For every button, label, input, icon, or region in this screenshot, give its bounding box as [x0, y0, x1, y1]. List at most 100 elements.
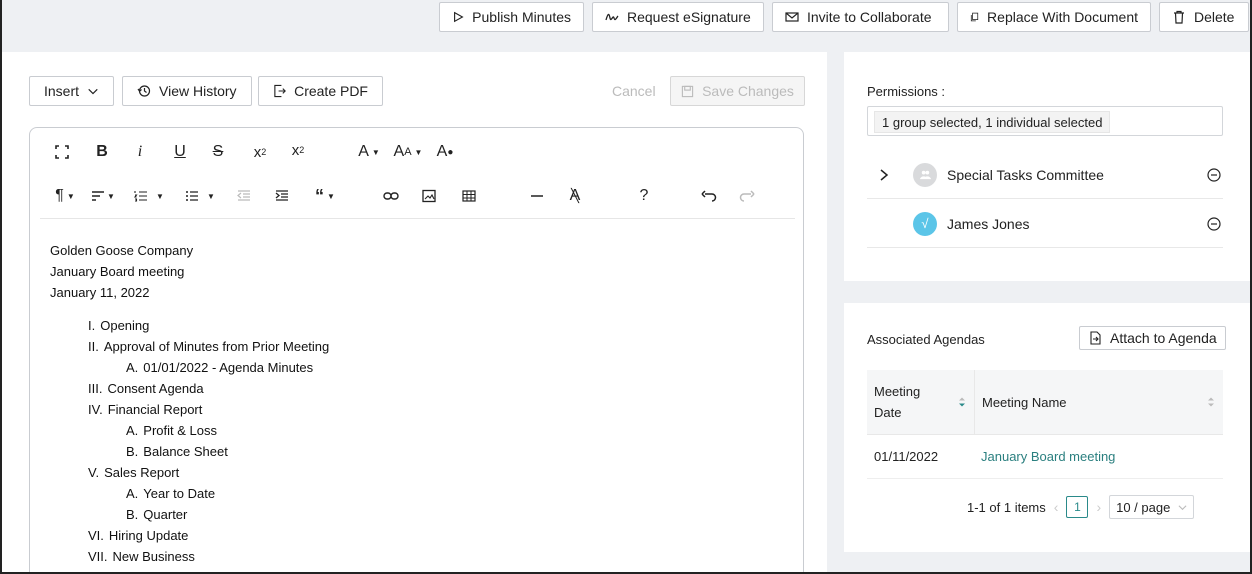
- pager-count: 1-1 of 1 items: [967, 499, 1046, 515]
- toolbar-separator: [40, 218, 795, 219]
- outline-item-number: VI.: [88, 528, 104, 543]
- publish-minutes-button[interactable]: Publish Minutes: [439, 2, 584, 32]
- permissions-panel: Permissions : 1 group selected, 1 indivi…: [844, 52, 1252, 281]
- create-pdf-button[interactable]: Create PDF: [258, 76, 383, 106]
- cell-meeting-date: 01/11/2022: [874, 449, 939, 464]
- invite-collaborate-button[interactable]: Invite to Collaborate: [772, 2, 949, 32]
- bold-icon[interactable]: B: [92, 142, 112, 162]
- next-page-icon[interactable]: ›: [1096, 499, 1101, 515]
- paragraph-icon[interactable]: ¶ ▼: [50, 186, 80, 206]
- rich-text-editor[interactable]: B i U S x2 x2 A▼ AA▼ A● ¶▼ ▼ ▼ ▼ “▼: [29, 127, 804, 574]
- clear-format-icon[interactable]: A ●: [434, 142, 456, 162]
- clear-formatting-icon[interactable]: A ╲: [564, 186, 586, 206]
- chevron-right-icon[interactable]: [867, 168, 891, 182]
- hr-icon[interactable]: [526, 186, 548, 206]
- outline-item-text: Quarter: [143, 507, 188, 522]
- outline-item-number: VII.: [88, 549, 108, 564]
- outline-item: V. Sales Report: [50, 462, 329, 483]
- unordered-list-icon[interactable]: ▼: [180, 186, 220, 206]
- delete-label: Delete: [1194, 9, 1235, 25]
- attach-file-icon: [1090, 331, 1101, 345]
- image-icon[interactable]: [418, 186, 440, 206]
- insert-dropdown[interactable]: Insert: [29, 76, 114, 106]
- quote-icon[interactable]: “▼: [310, 186, 340, 206]
- outline-item: A. 01/01/2022 - Agenda Minutes: [50, 357, 329, 378]
- strikethrough-icon[interactable]: S: [208, 142, 228, 162]
- agendas-title: Associated Agendas: [867, 332, 985, 347]
- italic-icon[interactable]: i: [130, 142, 150, 162]
- outline-item-number: V.: [88, 465, 100, 480]
- outline-item-number: A.: [126, 360, 139, 375]
- document-body[interactable]: Golden Goose Company January Board meeti…: [50, 240, 329, 567]
- align-icon[interactable]: ▼: [87, 186, 119, 206]
- permissions-label: Permissions :: [867, 84, 946, 99]
- table-header: Meeting Date Meeting Name: [867, 370, 1223, 435]
- invite-collaborate-label: Invite to Collaborate: [807, 9, 932, 25]
- link-icon[interactable]: [380, 186, 402, 206]
- permissions-select[interactable]: 1 group selected, 1 individual selected: [867, 106, 1223, 136]
- remove-circle-icon[interactable]: [1207, 167, 1221, 182]
- fullscreen-icon[interactable]: [52, 142, 72, 162]
- outline-item: VII. New Business: [50, 546, 329, 567]
- doc-date: January 11, 2022: [50, 285, 150, 300]
- indent-icon[interactable]: [272, 186, 292, 206]
- outline-item-number: I.: [88, 318, 96, 333]
- outline-item-number: II.: [88, 339, 99, 354]
- play-icon: [454, 11, 464, 23]
- outline-item-text: Consent Agenda: [107, 381, 204, 396]
- save-changes-label: Save Changes: [702, 83, 794, 99]
- chevron-down-icon: [1178, 504, 1187, 510]
- save-changes-button[interactable]: Save Changes: [670, 76, 805, 106]
- meeting-name-link[interactable]: January Board meeting: [974, 449, 1223, 464]
- column-meeting-name[interactable]: Meeting Name: [974, 370, 1223, 434]
- ordered-list-icon[interactable]: ▼: [129, 186, 169, 206]
- permission-individual-name: James Jones: [947, 215, 1030, 232]
- outline-item: I. Opening: [50, 315, 329, 336]
- permission-row-individual[interactable]: √ James Jones: [867, 200, 1223, 248]
- outline-item-text: Approval of Minutes from Prior Meeting: [103, 339, 330, 354]
- sort-icon[interactable]: [1207, 396, 1215, 408]
- replace-document-label: Replace With Document: [987, 9, 1138, 25]
- font-color-icon[interactable]: A ▼: [354, 142, 384, 162]
- cancel-button[interactable]: Cancel: [612, 76, 656, 106]
- table-row[interactable]: 01/11/2022 January Board meeting: [867, 435, 1223, 479]
- undo-icon[interactable]: [698, 186, 720, 206]
- outline-item: III. Consent Agenda: [50, 378, 329, 399]
- delete-button[interactable]: Delete: [1159, 2, 1249, 32]
- outline-item: VI. Hiring Update: [50, 525, 329, 546]
- outline-item-text: Profit & Loss: [143, 423, 217, 438]
- request-esignature-label: Request eSignature: [627, 9, 751, 25]
- remove-circle-icon[interactable]: [1207, 216, 1221, 231]
- permission-row-group[interactable]: Special Tasks Committee: [867, 151, 1223, 199]
- request-esignature-button[interactable]: Request eSignature: [592, 2, 764, 32]
- signature-icon: [605, 13, 619, 21]
- outline-item: B. Balance Sheet: [50, 441, 329, 462]
- outline-item-text: Sales Report: [104, 465, 180, 480]
- page-number-button[interactable]: 1: [1066, 496, 1089, 518]
- page-size-select[interactable]: 10 / page: [1109, 495, 1195, 519]
- attach-agenda-button[interactable]: Attach to Agenda: [1079, 326, 1226, 350]
- underline-icon[interactable]: U: [170, 142, 190, 162]
- column-meeting-date[interactable]: Meeting Date: [867, 370, 974, 434]
- prev-page-icon[interactable]: ‹: [1054, 499, 1059, 515]
- pagination: 1-1 of 1 items ‹ 1 › 10 / page: [967, 495, 1195, 519]
- outdent-icon[interactable]: [234, 186, 254, 206]
- insert-label: Insert: [44, 83, 80, 99]
- sort-icon[interactable]: [958, 396, 966, 408]
- outline-item-text: Year to Date: [143, 486, 216, 501]
- permissions-summary-tag: 1 group selected, 1 individual selected: [874, 111, 1111, 133]
- subscript-icon[interactable]: x2: [248, 142, 272, 162]
- chevron-down-icon: [88, 88, 98, 95]
- help-icon[interactable]: ?: [634, 186, 654, 206]
- outline-item-number: A.: [126, 486, 139, 501]
- superscript-icon[interactable]: x2: [286, 140, 310, 160]
- outline-item-number: A.: [126, 423, 139, 438]
- table-icon[interactable]: [458, 186, 480, 206]
- view-history-button[interactable]: View History: [122, 76, 252, 106]
- replace-document-button[interactable]: Replace With Document: [957, 2, 1151, 32]
- redo-icon[interactable]: [736, 186, 758, 206]
- outline-item: A. Year to Date: [50, 483, 329, 504]
- outline-item-text: 01/01/2022 - Agenda Minutes: [143, 360, 314, 375]
- font-size-icon[interactable]: A A ▼: [390, 142, 426, 162]
- doc-meeting: January Board meeting: [50, 264, 185, 279]
